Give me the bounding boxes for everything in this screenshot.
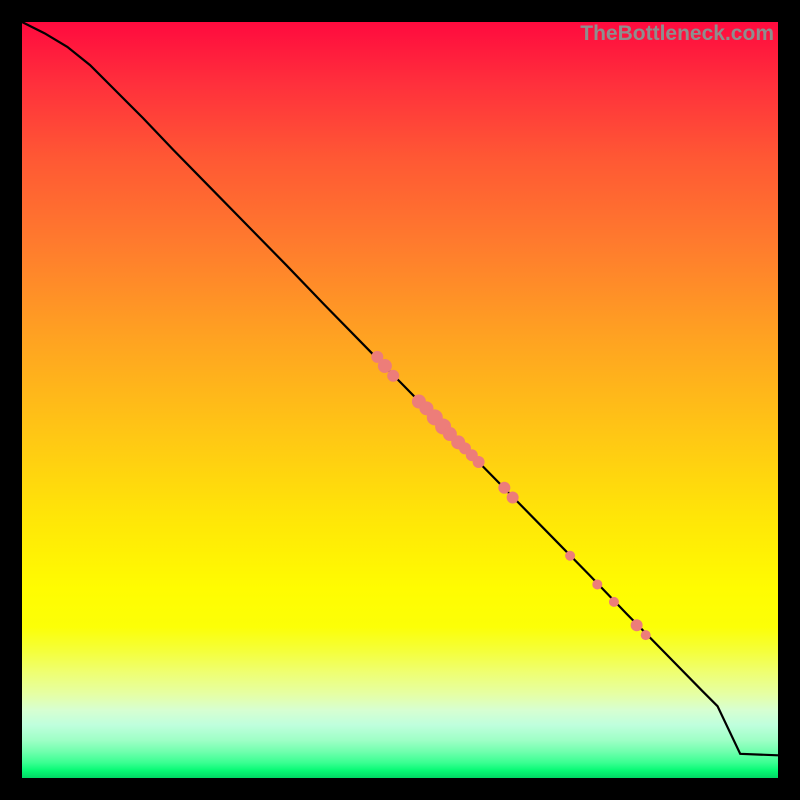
chart-point xyxy=(592,579,602,589)
chart-point xyxy=(498,482,510,494)
chart-point xyxy=(609,597,619,607)
chart-point xyxy=(641,630,651,640)
chart-point xyxy=(507,492,519,504)
chart-point xyxy=(565,551,575,561)
chart-curve xyxy=(22,22,778,755)
chart-area: TheBottleneck.com xyxy=(22,22,778,778)
chart-svg xyxy=(22,22,778,778)
chart-point xyxy=(631,619,643,631)
chart-point xyxy=(378,359,392,373)
chart-point xyxy=(387,370,399,382)
watermark-text: TheBottleneck.com xyxy=(580,22,774,46)
chart-point xyxy=(473,456,485,468)
